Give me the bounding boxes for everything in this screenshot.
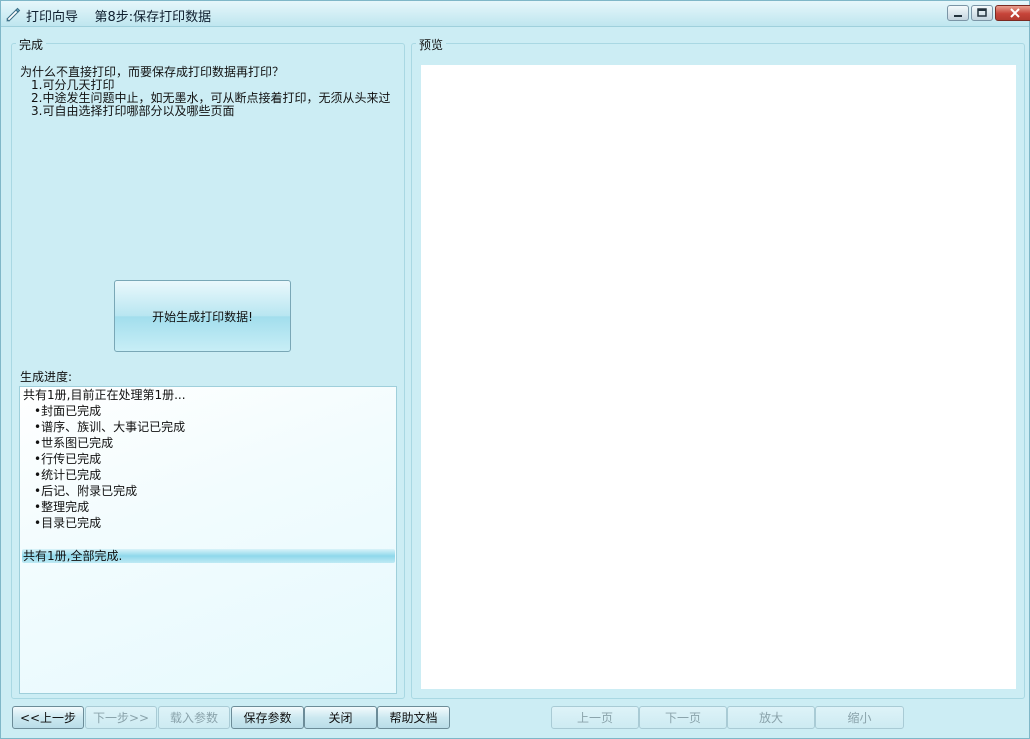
print-wizard-window: 打印向导 第8步:保存打印数据 完成 为什么不直接打印，而要保存成打印数据再打印…	[0, 0, 1030, 739]
title-bar[interactable]: 打印向导 第8步:保存打印数据	[1, 1, 1030, 27]
log-item: •封面已完成	[34, 404, 102, 418]
preview-group-label: 预览	[416, 36, 447, 53]
close-button[interactable]: 关闭	[304, 706, 377, 729]
log-header: 共有1册,目前正在处理第1册...	[23, 388, 186, 402]
window-title: 打印向导 第8步:保存打印数据	[26, 10, 212, 25]
log-footer: 共有1册,全部完成.	[23, 549, 123, 563]
close-icon	[1010, 8, 1020, 18]
log-item: •整理完成	[34, 500, 90, 514]
log-item: •谱序、族训、大事记已完成	[34, 420, 186, 434]
zoom-in-button[interactable]: 放大	[727, 706, 815, 729]
next-step-button[interactable]: 下一步>>	[85, 706, 157, 729]
next-page-button[interactable]: 下一页	[639, 706, 727, 729]
minimize-icon	[954, 15, 962, 17]
info-reason-3: 3.可自由选择打印哪部分以及哪些页面	[31, 104, 235, 118]
save-params-button[interactable]: 保存参数	[231, 706, 304, 729]
preview-canvas[interactable]	[421, 65, 1016, 689]
maximize-icon	[977, 8, 987, 17]
log-item: •行传已完成	[34, 452, 102, 466]
finish-group-label: 完成	[16, 36, 47, 53]
pen-icon	[6, 7, 21, 22]
log-item: •目录已完成	[34, 516, 102, 530]
zoom-out-button[interactable]: 缩小	[815, 706, 904, 729]
log-item: •统计已完成	[34, 468, 102, 482]
close-window-button[interactable]	[995, 5, 1030, 21]
log-item: •世系图已完成	[34, 436, 114, 450]
maximize-button[interactable]	[971, 5, 993, 21]
load-params-button[interactable]: 载入参数	[158, 706, 230, 729]
info-text: 为什么不直接打印，而要保存成打印数据再打印？ 1.可分几天打印 2.中途发生问题…	[20, 66, 390, 118]
progress-log[interactable]: 共有1册,目前正在处理第1册... •封面已完成 •谱序、族训、大事记已完成 •…	[19, 386, 397, 694]
prev-step-button[interactable]: <<上一步	[12, 706, 84, 729]
help-button[interactable]: 帮助文档	[377, 706, 450, 729]
start-generate-button[interactable]: 开始生成打印数据!	[114, 280, 291, 352]
prev-page-button[interactable]: 上一页	[551, 706, 639, 729]
minimize-button[interactable]	[947, 5, 969, 21]
progress-label: 生成进度:	[20, 370, 73, 384]
log-item: •后记、附录已完成	[34, 484, 138, 498]
